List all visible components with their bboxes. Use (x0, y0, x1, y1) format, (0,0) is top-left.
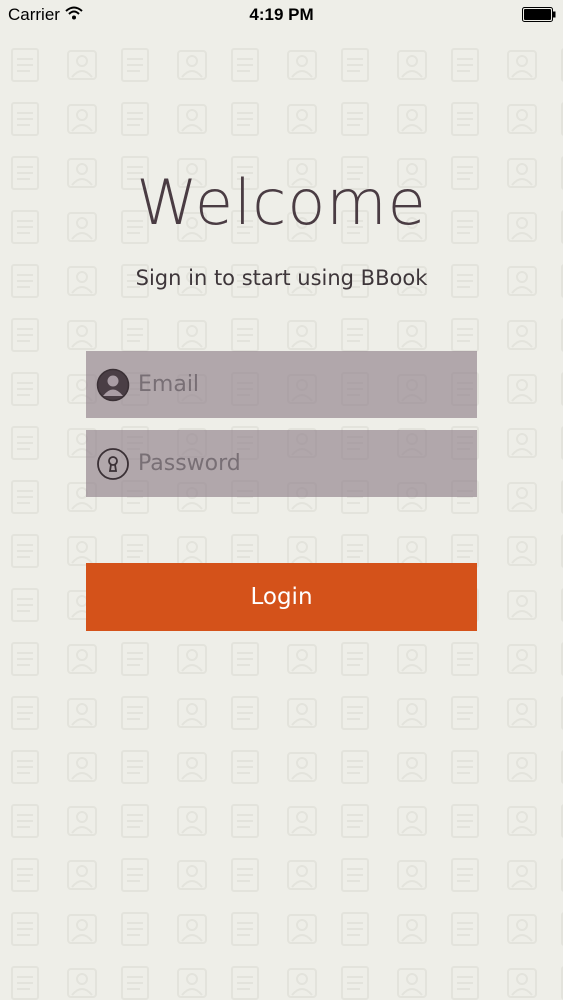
battery-icon (522, 7, 556, 22)
welcome-subtitle: Sign in to start using BBook (135, 266, 428, 290)
password-field[interactable] (86, 430, 477, 497)
status-bar: Carrier 4:19 PM (0, 0, 563, 30)
keyhole-icon (97, 448, 129, 480)
email-input[interactable] (138, 351, 468, 418)
email-field[interactable] (86, 351, 477, 418)
background-pattern (0, 30, 563, 1000)
status-time: 4:19 PM (249, 5, 314, 24)
user-icon (96, 368, 130, 402)
welcome-title: Welcome (136, 166, 427, 239)
login-button[interactable]: Login (86, 563, 477, 631)
password-input[interactable] (138, 430, 468, 497)
